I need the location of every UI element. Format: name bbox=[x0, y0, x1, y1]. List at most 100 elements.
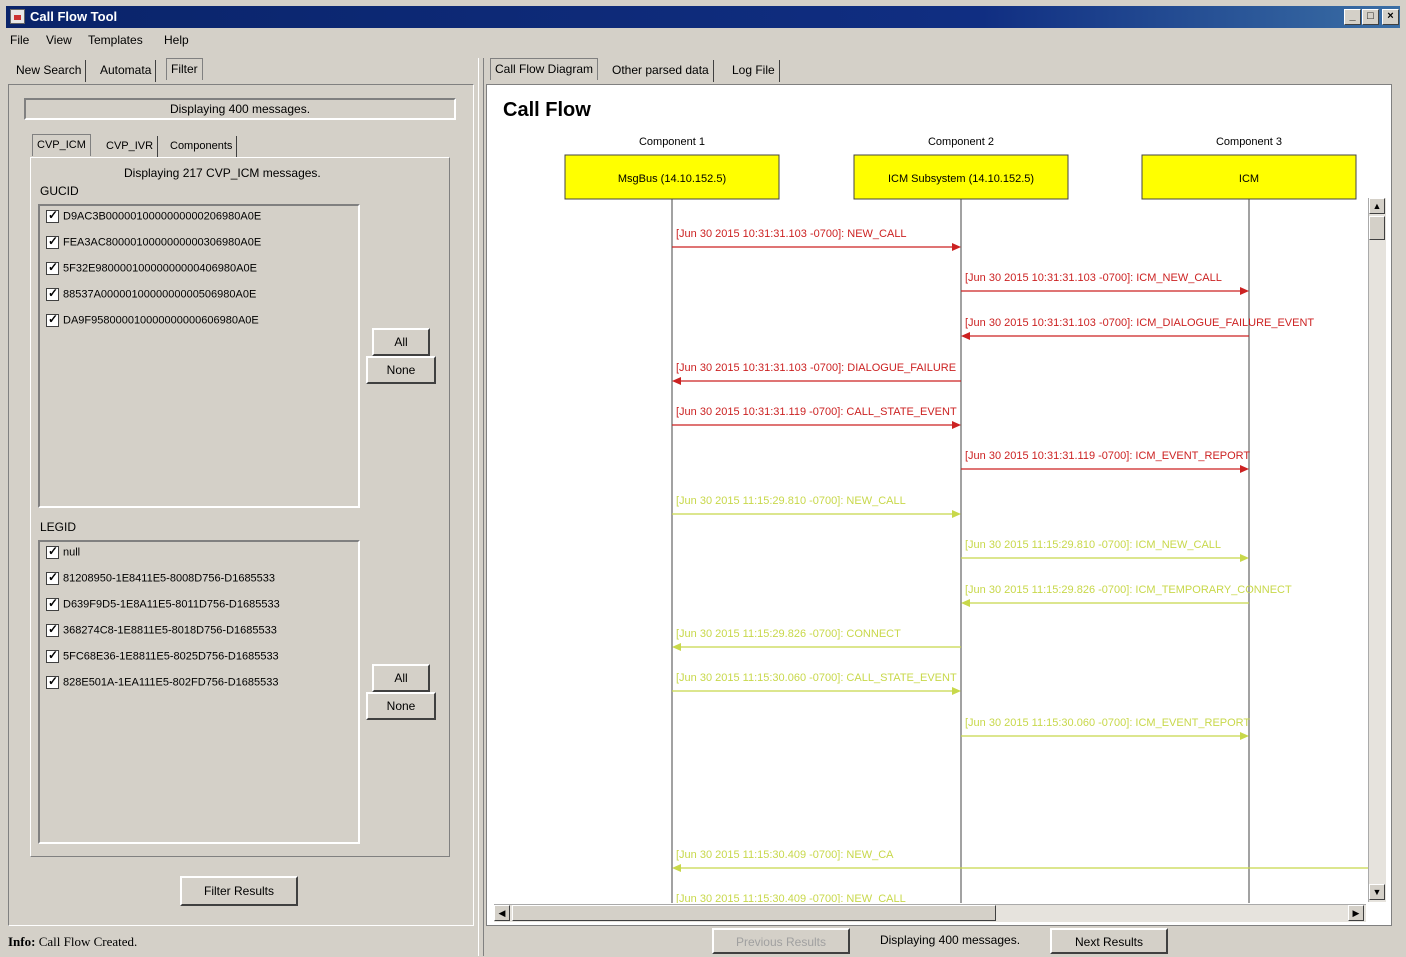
arrow-head bbox=[672, 643, 681, 651]
legid-item[interactable]: 368274C8-1E8811E5-8018D756-D1685533 bbox=[46, 622, 277, 644]
checkbox[interactable] bbox=[46, 544, 59, 559]
menu-file[interactable]: File bbox=[10, 33, 29, 47]
close-button[interactable]: × bbox=[1382, 9, 1399, 25]
results-status: Displaying 400 messages. bbox=[879, 933, 1021, 947]
gucid-item[interactable]: 88537A0000010000000000506980A0E bbox=[46, 286, 256, 308]
title-bar: Call Flow Tool _ □ × bbox=[6, 6, 1400, 28]
checkbox[interactable] bbox=[46, 596, 59, 611]
gucid-label: GUCID bbox=[40, 184, 79, 198]
tab-filter[interactable]: Filter bbox=[166, 58, 203, 80]
filter-results-button[interactable]: Filter Results bbox=[180, 876, 298, 906]
checkbox[interactable] bbox=[46, 570, 59, 585]
message-label: [Jun 30 2015 10:31:31.119 -0700]: CALL_S… bbox=[676, 406, 957, 418]
scroll-right-arrow[interactable]: ▶ bbox=[1348, 905, 1364, 921]
previous-results-button[interactable]: Previous Results bbox=[712, 928, 850, 954]
checkbox[interactable] bbox=[46, 286, 59, 301]
checkbox[interactable] bbox=[46, 234, 59, 249]
checkbox[interactable] bbox=[46, 312, 59, 327]
sub-tab-strip: CVP_ICM CVP_IVR Components bbox=[30, 134, 460, 158]
legid-item[interactable]: 81208950-1E8411E5-8008D756-D1685533 bbox=[46, 570, 275, 592]
tab-other-parsed-data[interactable]: Other parsed data bbox=[608, 60, 714, 82]
gucid-item[interactable]: FEA3AC8000010000000000306980A0E bbox=[46, 234, 261, 256]
component-header: Component 2 bbox=[928, 136, 994, 148]
checkbox[interactable] bbox=[46, 260, 59, 275]
arrow-head bbox=[1240, 732, 1249, 740]
arrow-head bbox=[672, 377, 681, 385]
message-label: [Jun 30 2015 11:15:30.060 -0700]: CALL_S… bbox=[676, 672, 957, 684]
arrow-head bbox=[961, 599, 970, 607]
scroll-down-arrow[interactable]: ▼ bbox=[1369, 884, 1385, 900]
gucid-list: D9AC3B0000010000000000206980A0E FEA3AC80… bbox=[38, 204, 360, 508]
tab-log-file[interactable]: Log File bbox=[728, 60, 780, 82]
minimize-button[interactable]: _ bbox=[1344, 9, 1361, 25]
arrow-head bbox=[1240, 554, 1249, 562]
next-results-button[interactable]: Next Results bbox=[1050, 928, 1168, 954]
legid-item[interactable]: 5FC68E36-1E8811E5-8025D756-D1685533 bbox=[46, 648, 279, 670]
status-bar: Info: Call Flow Created. bbox=[8, 934, 137, 950]
app-icon bbox=[10, 9, 25, 24]
message-label: [Jun 30 2015 10:31:31.119 -0700]: ICM_EV… bbox=[965, 450, 1250, 462]
message-label: [Jun 30 2015 11:15:29.810 -0700]: NEW_CA… bbox=[676, 495, 906, 507]
message-label: [Jun 30 2015 10:31:31.103 -0700]: ICM_DI… bbox=[965, 317, 1314, 329]
arrow-head bbox=[952, 243, 961, 251]
scroll-up-arrow[interactable]: ▲ bbox=[1369, 198, 1385, 214]
legid-all-button[interactable]: All bbox=[372, 664, 430, 692]
tab-new-search[interactable]: New Search bbox=[12, 60, 87, 82]
horizontal-scrollbar[interactable]: ◀ ▶ bbox=[494, 904, 1366, 922]
gucid-item[interactable]: D9AC3B0000010000000000206980A0E bbox=[46, 208, 261, 230]
maximize-button[interactable]: □ bbox=[1362, 9, 1379, 25]
right-tab-strip: Call Flow Diagram Other parsed data Log … bbox=[488, 58, 1388, 84]
message-label: [Jun 30 2015 11:15:29.826 -0700]: CONNEC… bbox=[676, 628, 901, 640]
arrow-head bbox=[961, 332, 970, 340]
filter-banner: Displaying 400 messages. bbox=[24, 98, 456, 120]
tab-components[interactable]: Components bbox=[166, 136, 238, 158]
sub-message: Displaying 217 CVP_ICM messages. bbox=[124, 166, 321, 180]
legid-none-button[interactable]: None bbox=[366, 692, 436, 720]
left-tab-strip: New Search Automata Filter bbox=[10, 58, 480, 84]
legid-item[interactable]: D639F9D5-1E8A11E5-8011D756-D1685533 bbox=[46, 596, 280, 618]
status-text: Call Flow Created. bbox=[38, 934, 138, 949]
message-label: [Jun 30 2015 10:31:31.103 -0700]: DIALOG… bbox=[676, 362, 956, 374]
menu-help[interactable]: Help bbox=[164, 33, 189, 47]
status-prefix: Info: bbox=[8, 934, 36, 949]
legid-list: null 81208950-1E8411E5-8008D756-D1685533… bbox=[38, 540, 360, 844]
call-flow-diagram: Call Flow Component 1 MsgBus (14.10.152.5… bbox=[486, 84, 1392, 926]
component-name: ICM Subsystem (14.10.152.5) bbox=[888, 173, 1034, 185]
checkbox[interactable] bbox=[46, 648, 59, 663]
component-header: Component 3 bbox=[1216, 136, 1282, 148]
checkbox[interactable] bbox=[46, 622, 59, 637]
tab-cvp-icm[interactable]: CVP_ICM bbox=[32, 134, 91, 156]
legid-item[interactable]: 828E501A-1EA111E5-802FD756-D1685533 bbox=[46, 674, 278, 696]
component-header: Component 1 bbox=[639, 136, 705, 148]
arrow-head bbox=[952, 687, 961, 695]
legid-label: LEGID bbox=[40, 520, 77, 534]
checkbox[interactable] bbox=[46, 674, 59, 689]
tab-call-flow-diagram[interactable]: Call Flow Diagram bbox=[490, 58, 599, 80]
arrow-head bbox=[1240, 465, 1249, 473]
gucid-item[interactable]: DA9F958000010000000000606980A0E bbox=[46, 312, 259, 334]
splitter[interactable] bbox=[478, 58, 484, 956]
message-label: [Jun 30 2015 11:15:29.810 -0700]: ICM_NE… bbox=[965, 539, 1221, 551]
message-label: [Jun 30 2015 10:31:31.103 -0700]: ICM_NE… bbox=[965, 272, 1222, 284]
scroll-left-arrow[interactable]: ◀ bbox=[494, 905, 510, 921]
gucid-all-button[interactable]: All bbox=[372, 328, 430, 356]
message-label: [Jun 30 2015 11:15:30.409 -0700]: NEW_CA bbox=[676, 849, 894, 861]
vertical-scroll-thumb[interactable] bbox=[1369, 216, 1385, 240]
checkbox[interactable] bbox=[46, 208, 59, 223]
arrow-head bbox=[672, 864, 681, 872]
tab-automata[interactable]: Automata bbox=[96, 60, 157, 82]
vertical-scrollbar[interactable]: ▲ ▼ bbox=[1368, 198, 1386, 902]
legid-item[interactable]: null bbox=[46, 544, 80, 566]
window-title: Call Flow Tool bbox=[30, 9, 118, 24]
gucid-none-button[interactable]: None bbox=[366, 356, 436, 384]
component-name: ICM bbox=[1239, 173, 1259, 185]
gucid-item[interactable]: 5F32E98000010000000000406980A0E bbox=[46, 260, 257, 282]
tab-cvp-ivr[interactable]: CVP_IVR bbox=[102, 136, 159, 158]
sequence-diagram: Component 1 MsgBus (14.10.152.5) Component… bbox=[564, 136, 1369, 903]
horizontal-scroll-thumb[interactable] bbox=[512, 905, 996, 921]
component-name: MsgBus (14.10.152.5) bbox=[618, 173, 726, 185]
message-label: [Jun 30 2015 11:15:29.826 -0700]: ICM_TE… bbox=[965, 584, 1292, 596]
menu-view[interactable]: View bbox=[46, 33, 72, 47]
menu-templates[interactable]: Templates bbox=[88, 33, 143, 47]
message-label: [Jun 30 2015 10:31:31.103 -0700]: NEW_CA… bbox=[676, 228, 907, 240]
